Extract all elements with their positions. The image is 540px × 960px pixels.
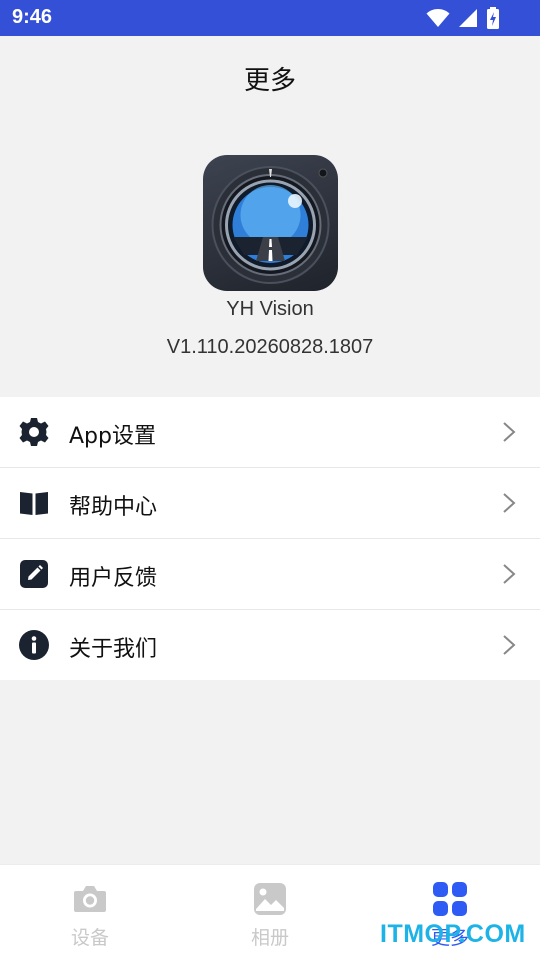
status-bar: 9:46: [0, 0, 540, 36]
status-time: 9:46: [12, 6, 53, 28]
menu-item-about-us[interactable]: 关于我们: [0, 610, 540, 680]
menu-item-label: 用户反馈: [69, 566, 158, 591]
chevron-right-icon: [503, 635, 516, 655]
chevron-right-icon: [503, 493, 516, 513]
chevron-right-icon: [503, 422, 516, 442]
app-version: V1.110.20260828.1807: [166, 336, 374, 358]
menu-item-app-settings[interactable]: App设置: [0, 397, 540, 468]
status-icons: [426, 7, 500, 29]
chevron-right-icon: [503, 564, 516, 584]
menu-item-label: 帮助中心: [69, 495, 158, 520]
nav-label: 相册: [250, 927, 289, 949]
battery-charging-icon: [487, 7, 499, 29]
wifi-icon: [426, 9, 450, 27]
nav-label: 设备: [70, 927, 109, 949]
watermark: ITMOP.COM: [380, 920, 526, 948]
menu-item-label: App设置: [69, 424, 156, 449]
app-logo: [203, 155, 338, 291]
menu-item-help-center[interactable]: 帮助中心: [0, 468, 540, 539]
info-icon: [19, 630, 49, 660]
edit-icon: [20, 560, 48, 588]
camera-lens-road-icon: [211, 166, 330, 284]
nav-item-album[interactable]: 相册: [180, 865, 360, 960]
nav-item-device[interactable]: 设备: [0, 865, 180, 960]
book-icon: [20, 492, 48, 515]
grid-icon: [433, 882, 467, 916]
app-name: YH Vision: [226, 298, 314, 320]
gallery-icon: [254, 883, 286, 915]
menu-item-feedback[interactable]: 用户反馈: [0, 539, 540, 610]
menu-item-label: 关于我们: [69, 637, 158, 662]
page-title: 更多: [243, 66, 296, 96]
gear-icon: [19, 418, 49, 446]
camera-icon: [74, 886, 106, 912]
signal-icon: [459, 9, 477, 27]
settings-menu: App设置 帮助中心 用户反馈 关于我们: [0, 397, 540, 680]
